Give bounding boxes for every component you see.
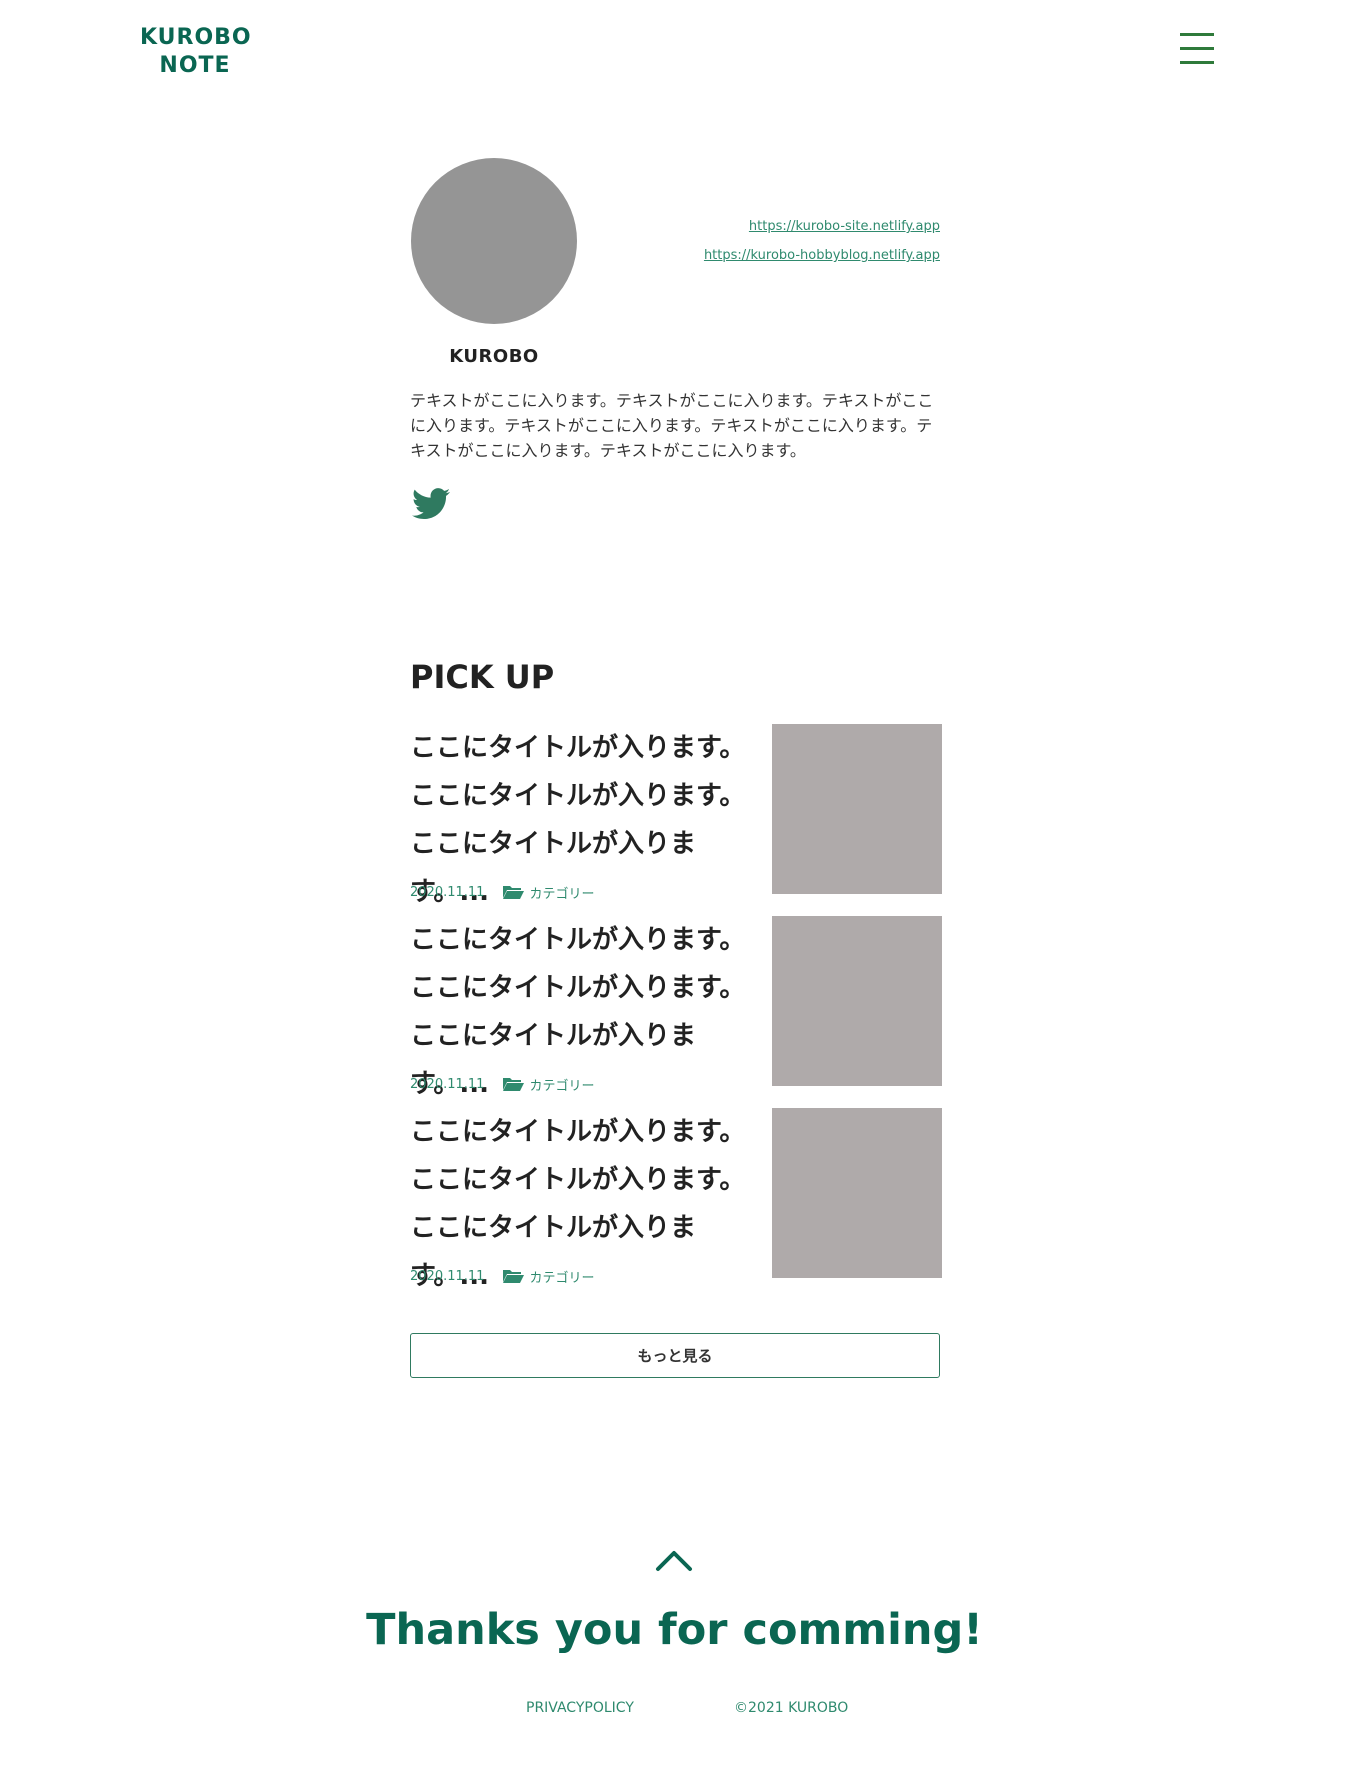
site-logo[interactable]: KUROBO NOTE — [140, 24, 252, 80]
folder-icon — [503, 1270, 525, 1283]
profile-bio: テキストがここに入ります。テキストがここに入ります。テキストがここに入ります。テ… — [410, 391, 934, 460]
post-category[interactable]: カテゴリー — [529, 1267, 594, 1286]
avatar — [411, 158, 577, 324]
folder-icon — [503, 886, 525, 899]
logo-line-1: KUROBO — [140, 25, 252, 50]
post-thumbnail[interactable] — [772, 916, 942, 1086]
post-thumbnail[interactable] — [772, 724, 942, 894]
profile-links: https://kurobo-site.netlify.app https://… — [704, 212, 940, 270]
copyright: ©2021 KUROBO — [734, 1700, 849, 1716]
thanks-message: Thanks you for comming! — [366, 1605, 983, 1655]
post-meta: 2020.11.11 カテゴリー — [410, 882, 594, 902]
post-thumbnail[interactable] — [772, 1108, 942, 1278]
pickup-post-3[interactable]: ここにタイトルが入ります。ここにタイトルが入ります。ここにタイトルが入ります。.… — [410, 1108, 942, 1291]
twitter-icon[interactable] — [412, 487, 450, 521]
post-meta: 2020.11.11 カテゴリー — [410, 1266, 594, 1286]
post-date: 2020.11.11 — [410, 1076, 485, 1092]
post-category[interactable]: カテゴリー — [529, 883, 594, 902]
post-category[interactable]: カテゴリー — [529, 1075, 594, 1094]
profile-link-site[interactable]: https://kurobo-site.netlify.app — [704, 212, 940, 241]
hamburger-menu-icon[interactable] — [1180, 33, 1214, 65]
profile-name: KUROBO — [449, 346, 539, 367]
post-meta: 2020.11.11 カテゴリー — [410, 1074, 594, 1094]
folder-icon — [503, 1078, 525, 1091]
logo-line-2: NOTE — [159, 53, 231, 78]
chevron-up-icon[interactable] — [655, 1548, 693, 1572]
more-button[interactable]: もっと見る — [410, 1333, 940, 1378]
profile-link-hobbyblog[interactable]: https://kurobo-hobbyblog.netlify.app — [704, 241, 940, 270]
privacy-policy-link[interactable]: PRIVACYPOLICY — [526, 1700, 634, 1716]
post-date: 2020.11.11 — [410, 884, 485, 900]
pickup-post-1[interactable]: ここにタイトルが入ります。ここにタイトルが入ります。ここにタイトルが入ります。.… — [410, 724, 942, 907]
section-title-pickup: PICK UP — [410, 658, 555, 696]
post-date: 2020.11.11 — [410, 1268, 485, 1284]
pickup-post-2[interactable]: ここにタイトルが入ります。ここにタイトルが入ります。ここにタイトルが入ります。.… — [410, 916, 942, 1099]
